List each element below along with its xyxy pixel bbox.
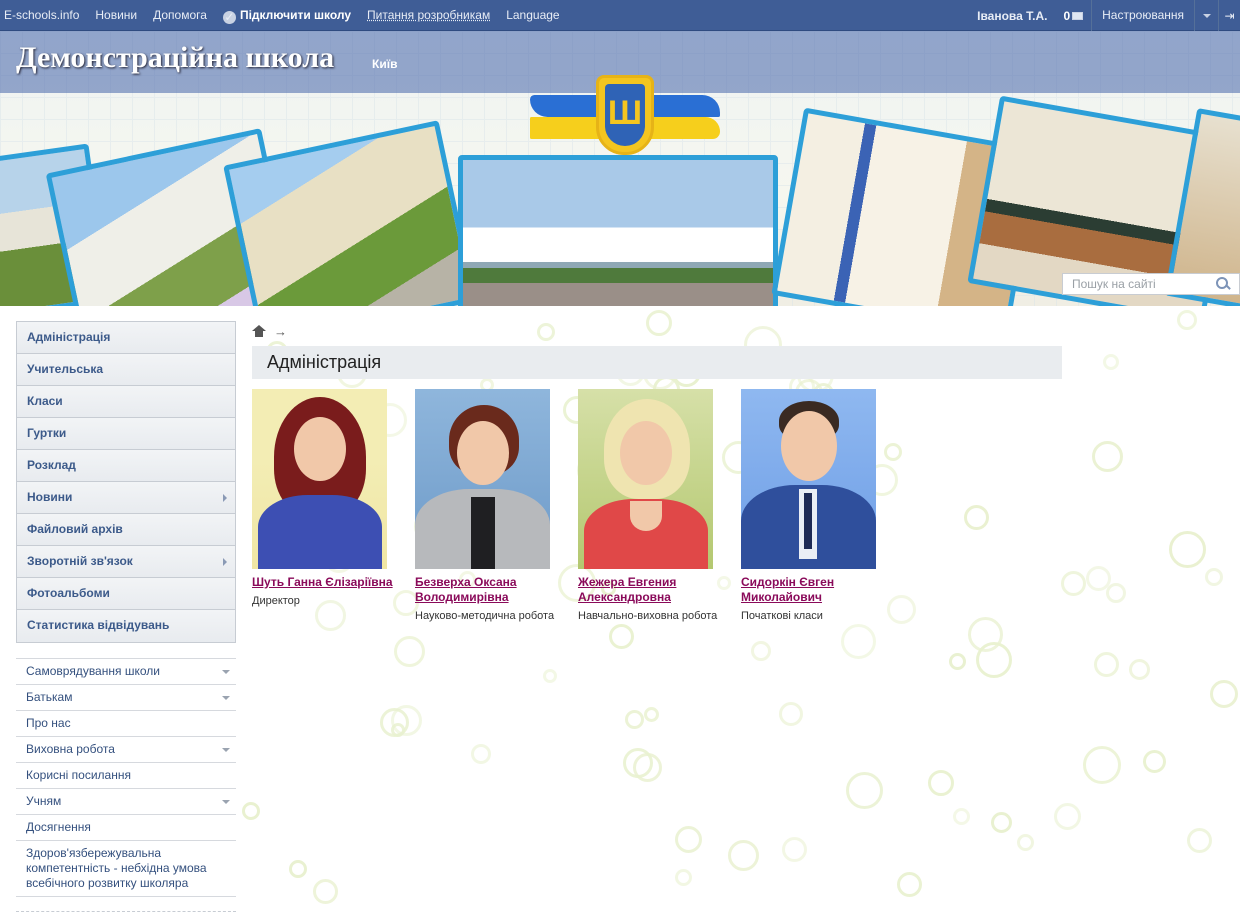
sidebar-item-label: Адміністрація xyxy=(27,330,111,344)
sidebar-item-label: Статистика відвідувань xyxy=(27,618,170,632)
logout-button[interactable]: ⇥ xyxy=(1218,0,1240,31)
sidebar-item-label: Розклад xyxy=(27,458,76,472)
language-link[interactable]: Language xyxy=(498,0,567,31)
secondary-menu-item-label: Батькам xyxy=(26,690,73,704)
sidebar-item-label: Новини xyxy=(27,490,73,504)
sidebar-item[interactable]: Файловий архів xyxy=(17,514,235,546)
chevron-down-icon xyxy=(222,748,230,752)
chevron-down-icon xyxy=(1202,13,1211,18)
help-link[interactable]: Допомога xyxy=(145,0,215,31)
settings-link[interactable]: Настроювання xyxy=(1091,0,1194,31)
main-content: → Адміністрація Шуть Ганна Єлізаріївна Д… xyxy=(252,321,1062,622)
sidebar-item-label: Файловий архів xyxy=(27,522,123,536)
site-city: Київ xyxy=(372,57,398,71)
divider xyxy=(16,911,236,912)
sidebar-item[interactable]: Адміністрація xyxy=(17,322,235,354)
secondary-menu-item-label: Учням xyxy=(26,794,62,808)
secondary-menu-item-label: Здоров'язбережувальна компетентність - н… xyxy=(26,846,207,890)
secondary-menu-item[interactable]: Батькам xyxy=(16,685,236,711)
sidebar-item[interactable]: Класи xyxy=(17,386,235,418)
search-input[interactable] xyxy=(1063,274,1213,294)
secondary-menu-item[interactable]: Самоврядування школи xyxy=(16,659,236,685)
staff-role: Початкові класи xyxy=(741,610,823,622)
breadcrumb: → xyxy=(252,321,1062,341)
site-title[interactable]: Демонстраційна школа xyxy=(16,41,334,75)
staff-role: Навчально-виховна робота xyxy=(578,610,718,622)
staff-name-link[interactable]: Сидоркін Євген Миколайович xyxy=(741,575,893,605)
news-link[interactable]: Новини xyxy=(87,0,145,31)
staff-card: Сидоркін Євген Миколайович Початкові кла… xyxy=(741,389,904,622)
messages-link[interactable]: 0 xyxy=(1055,9,1091,23)
sidebar-item[interactable]: Статистика відвідувань xyxy=(17,610,235,642)
staff-photo[interactable] xyxy=(578,389,713,569)
secondary-menu-item[interactable]: Корисні посилання xyxy=(16,763,236,789)
secondary-menu-item[interactable]: Про нас xyxy=(16,711,236,737)
sidebar-item-label: Зворотній зв'язок xyxy=(27,554,133,568)
staff-role: Науково-методична робота xyxy=(415,610,555,622)
staff-name-link[interactable]: Шуть Ганна Єлізаріївна xyxy=(252,575,404,590)
trident-emblem-icon: Ш xyxy=(596,75,654,155)
staff-photo[interactable] xyxy=(415,389,550,569)
site-search xyxy=(1062,273,1240,295)
sidebar-item-label: Гуртки xyxy=(27,426,67,440)
chevron-right-icon xyxy=(223,558,227,566)
secondary-menu-item[interactable]: Здоров'язбережувальна компетентність - н… xyxy=(16,841,236,897)
staff-name-link[interactable]: Жежера Евгения Александровна xyxy=(578,575,730,605)
banner-photo-school-front xyxy=(458,155,778,306)
chevron-down-icon xyxy=(222,696,230,700)
top-navigation-bar: E-schools.info Новини Допомога ✓ Підключи… xyxy=(0,0,1240,31)
secondary-menu-item-label: Виховна робота xyxy=(26,742,115,756)
staff-list: Шуть Ганна Єлізаріївна Директор Безверха… xyxy=(252,389,1062,622)
messages-count: 0 xyxy=(1063,8,1071,23)
staff-role: Директор xyxy=(252,595,300,607)
developer-questions-link[interactable]: Питання розробникам xyxy=(359,0,498,31)
sidebar-item[interactable]: Розклад xyxy=(17,450,235,482)
secondary-menu-item-label: Корисні посилання xyxy=(26,768,131,782)
page-title-bar: Адміністрація xyxy=(252,346,1062,379)
sidebar-item-label: Класи xyxy=(27,394,63,408)
secondary-menu-item-label: Самоврядування школи xyxy=(26,664,160,678)
connect-school-link[interactable]: ✓ Підключити школу xyxy=(215,0,359,31)
staff-name-link[interactable]: Безверха Оксана Володимирівна xyxy=(415,575,567,605)
breadcrumb-arrow: → xyxy=(274,323,287,339)
check-circle-icon: ✓ xyxy=(222,9,236,24)
primary-menu: Адміністрація Учительська Класи Гуртки Розкл… xyxy=(16,321,236,643)
sidebar-item[interactable]: Зворотній зв'язок xyxy=(17,546,235,578)
connect-school-label: Підключити школу xyxy=(239,7,352,22)
sidebar-item[interactable]: Учительська xyxy=(17,354,235,386)
staff-photo[interactable] xyxy=(741,389,876,569)
page-title: Адміністрація xyxy=(267,352,382,372)
brand-link[interactable]: E-schools.info xyxy=(0,0,87,31)
user-name-link[interactable]: Іванова Т.А. xyxy=(969,9,1055,23)
secondary-menu-item[interactable]: Учням xyxy=(16,789,236,815)
chevron-right-icon xyxy=(223,494,227,502)
secondary-menu-item-label: Про нас xyxy=(26,716,71,730)
staff-card: Шуть Ганна Єлізаріївна Директор xyxy=(252,389,415,622)
sidebar-item[interactable]: Фотоальбоми xyxy=(17,578,235,610)
search-icon[interactable] xyxy=(1213,274,1233,294)
staff-card: Жежера Евгения Александровна Навчально-в… xyxy=(578,389,741,622)
ukraine-flag-emblem: Ш xyxy=(530,75,720,155)
sidebar: Адміністрація Учительська Класи Гуртки Розкл… xyxy=(16,321,236,912)
sidebar-item-label: Фотоальбоми xyxy=(27,586,110,600)
mail-icon xyxy=(1072,11,1084,20)
staff-card: Безверха Оксана Володимирівна Науково-ме… xyxy=(415,389,578,622)
exit-icon: ⇥ xyxy=(1224,8,1235,23)
chevron-down-icon xyxy=(222,800,230,804)
sidebar-item-label: Учительська xyxy=(27,362,104,376)
secondary-menu-item-label: Досягнення xyxy=(26,820,91,834)
chevron-down-icon xyxy=(222,670,230,674)
secondary-menu-item[interactable]: Досягнення xyxy=(16,815,236,841)
header-banner: Ш Демонстраційна школа Київ xyxy=(0,31,1240,306)
secondary-menu-item[interactable]: Виховна робота xyxy=(16,737,236,763)
staff-photo[interactable] xyxy=(252,389,387,569)
home-icon[interactable] xyxy=(252,324,266,338)
sidebar-item[interactable]: Новини xyxy=(17,482,235,514)
settings-dropdown-button[interactable] xyxy=(1194,0,1218,31)
secondary-menu: Самоврядування школи Батькам Про нас Виховн… xyxy=(16,658,236,912)
sidebar-item[interactable]: Гуртки xyxy=(17,418,235,450)
